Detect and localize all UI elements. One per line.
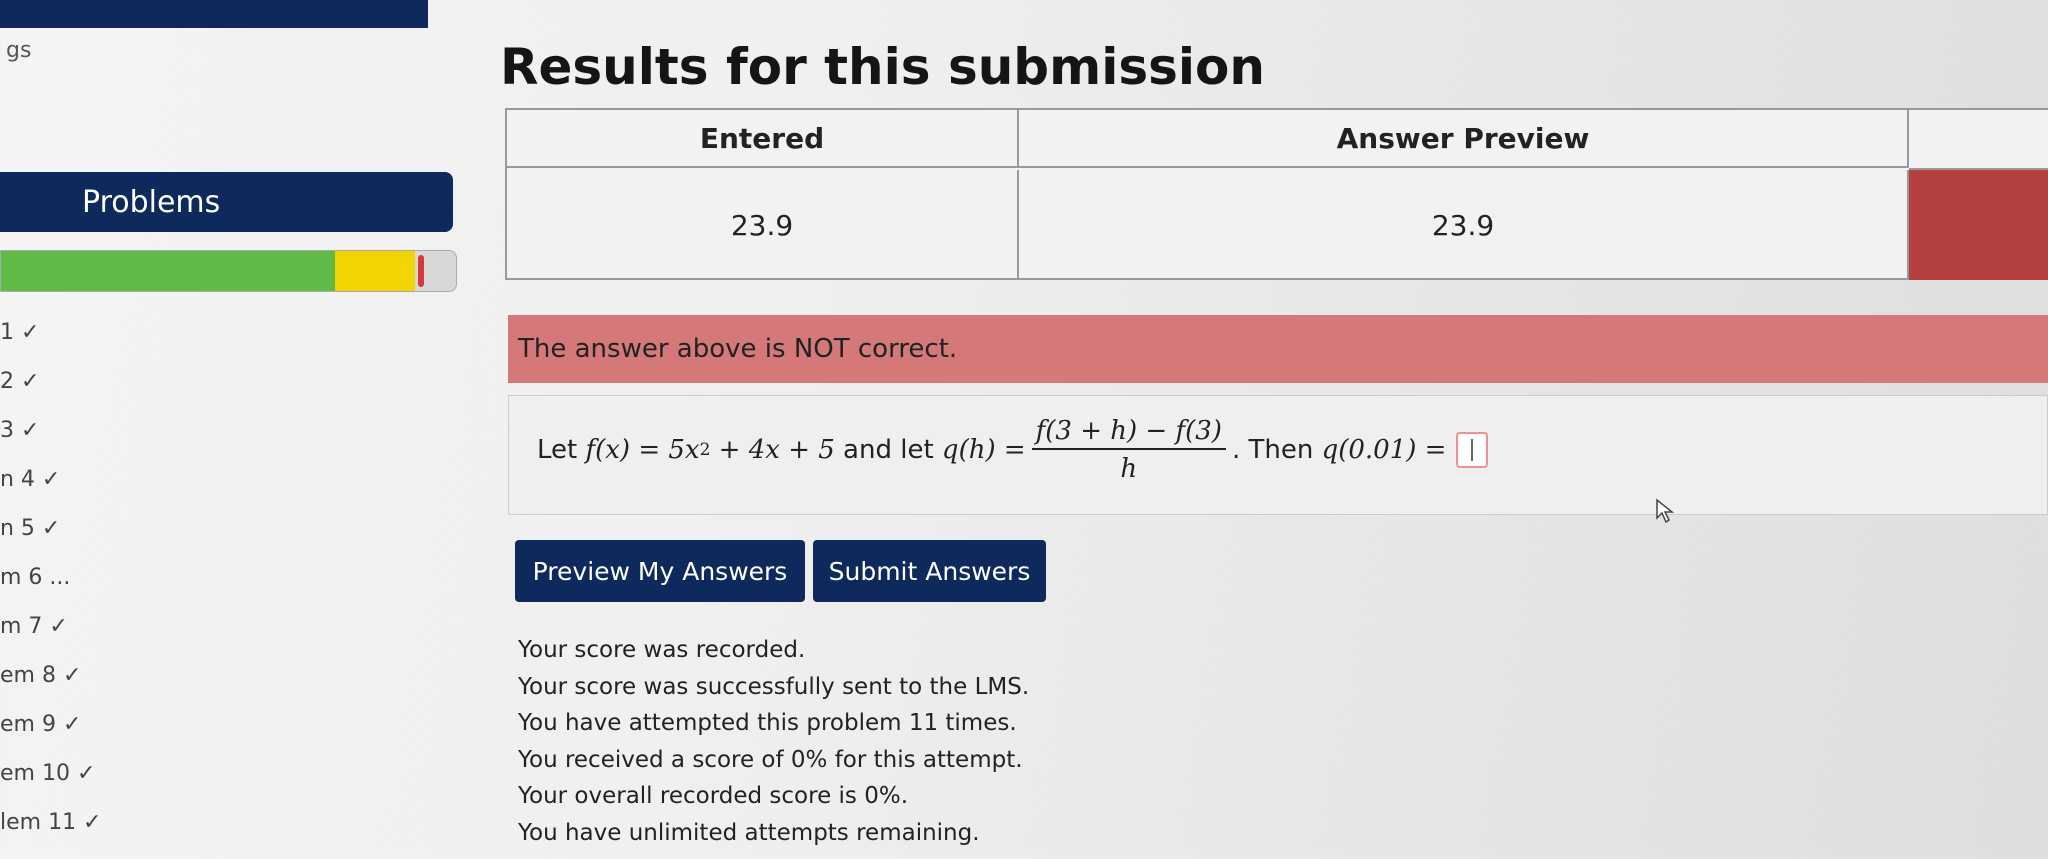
fraction-denominator: h	[1120, 454, 1138, 484]
problem-link-6[interactable]: m 6 ...	[0, 565, 420, 614]
text-caret	[1471, 439, 1474, 461]
math-fraction: f(3 + h) − f(3) h	[1031, 416, 1226, 484]
sidebar-header: gs	[6, 38, 32, 63]
alert-text: The answer above is NOT correct.	[518, 334, 958, 364]
math-fx-rest: + 4x + 5	[710, 435, 835, 465]
progress-partial	[335, 251, 415, 291]
header-entered: Entered	[507, 110, 1019, 168]
cell-entered: 23.9	[507, 170, 1019, 280]
math-exponent: 2	[699, 440, 711, 460]
score-line: You received a score of 0% for this atte…	[518, 746, 1023, 773]
text-and-let: and let	[834, 435, 942, 465]
math-fx: f(x) = 5x	[585, 435, 700, 465]
header-answer-preview: Answer Preview	[1019, 110, 1909, 168]
problem-text: Let f(x) = 5x 2 + 4x + 5 and let q(h) = f…	[537, 416, 1489, 484]
header-result	[1909, 110, 2048, 170]
problems-button[interactable]: Problems	[0, 172, 453, 232]
problem-link-9[interactable]: em 9 ✓	[0, 712, 420, 761]
cell-answer-preview: 23.9	[1019, 170, 1909, 280]
problem-link-10[interactable]: em 10 ✓	[0, 761, 420, 810]
progress-incorrect	[418, 255, 424, 287]
score-line: Your overall recorded score is 0%.	[518, 783, 909, 809]
problems-label: Problems	[82, 184, 221, 220]
math-q-eval: q(0.01) =	[1321, 435, 1447, 465]
incorrect-alert: The answer above is NOT correct.	[508, 315, 2048, 383]
submit-answers-button[interactable]: Submit Answers	[813, 540, 1046, 602]
score-line: You have unlimited attempts remaining.	[518, 819, 980, 846]
problem-link-8[interactable]: em 8 ✓	[0, 663, 420, 712]
progress-bar	[0, 250, 457, 292]
answer-input[interactable]	[1456, 432, 1489, 468]
results-table: Entered Answer Preview 23.9 23.9	[505, 108, 2048, 280]
problem-link-11[interactable]: lem 11 ✓	[0, 810, 420, 859]
score-messages: Your score was recorded. Your score was …	[518, 632, 1029, 851]
progress-correct	[1, 251, 335, 291]
top-nav-bar	[0, 0, 428, 28]
text-let: Let	[537, 435, 578, 465]
problem-link-1[interactable]: 1 ✓	[0, 320, 420, 369]
score-line: You have attempted this problem 11 times…	[518, 710, 1017, 736]
problem-list: 1 ✓ 2 ✓ 3 ✓ n 4 ✓ n 5 ✓ m 6 ... m 7 ✓ em…	[0, 320, 420, 859]
problem-link-4[interactable]: n 4 ✓	[0, 467, 420, 516]
mouse-pointer-icon	[1656, 498, 1675, 524]
fraction-numerator: f(3 + h) − f(3)	[1031, 416, 1226, 450]
score-line: Your score was recorded.	[518, 637, 806, 663]
preview-answers-button[interactable]: Preview My Answers	[515, 540, 805, 602]
page-title: Results for this submission	[500, 38, 1265, 96]
problem-statement: Let f(x) = 5x 2 + 4x + 5 and let q(h) = f…	[508, 395, 2048, 515]
problem-link-2[interactable]: 2 ✓	[0, 369, 420, 418]
cell-result-incorrect	[1909, 170, 2048, 280]
score-line: Your score was successfully sent to the …	[518, 673, 1030, 700]
math-qh: q(h) =	[941, 435, 1026, 465]
problem-link-5[interactable]: n 5 ✓	[0, 516, 420, 565]
problem-link-7[interactable]: m 7 ✓	[0, 614, 420, 663]
text-then: . Then	[1231, 435, 1322, 465]
problem-link-3[interactable]: 3 ✓	[0, 418, 420, 467]
